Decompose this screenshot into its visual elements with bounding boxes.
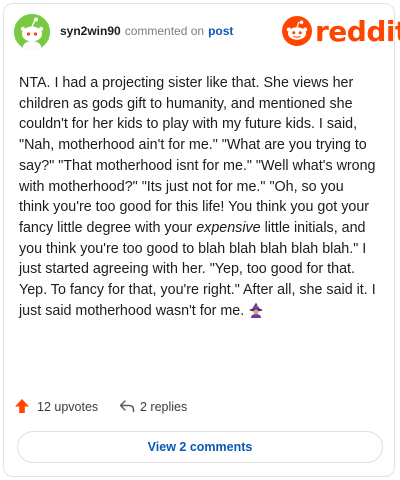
post-link[interactable]: post xyxy=(208,24,233,38)
reddit-snoo-icon xyxy=(282,16,312,46)
comment-footer: 12 upvotes 2 replies xyxy=(14,396,386,420)
comment-body-italic: expensive xyxy=(196,219,261,236)
comment-meta: syn2win90 commented on post xyxy=(60,24,233,38)
comment-action-text: commented on xyxy=(124,24,205,38)
reply-icon[interactable] xyxy=(119,399,135,413)
woman-mage-emoji-icon xyxy=(248,302,264,318)
reddit-wordmark: reddit xyxy=(315,15,400,48)
upvote-count: 12 upvotes xyxy=(37,400,99,414)
username-link[interactable]: syn2win90 xyxy=(60,24,121,38)
snoo-avatar-icon xyxy=(14,14,50,50)
comment-body-text: NTA. I had a projecting sister like that… xyxy=(19,75,376,236)
comment-body: NTA. I had a projecting sister like that… xyxy=(19,73,377,321)
upvote-arrow-icon[interactable] xyxy=(14,398,30,414)
avatar[interactable] xyxy=(14,14,50,50)
comment-header: syn2win90 commented on post reddit xyxy=(14,14,400,50)
reddit-logo[interactable]: reddit xyxy=(282,15,400,48)
view-comments-button[interactable]: View 2 comments xyxy=(17,431,383,463)
reply-count[interactable]: 2 replies xyxy=(140,400,187,414)
